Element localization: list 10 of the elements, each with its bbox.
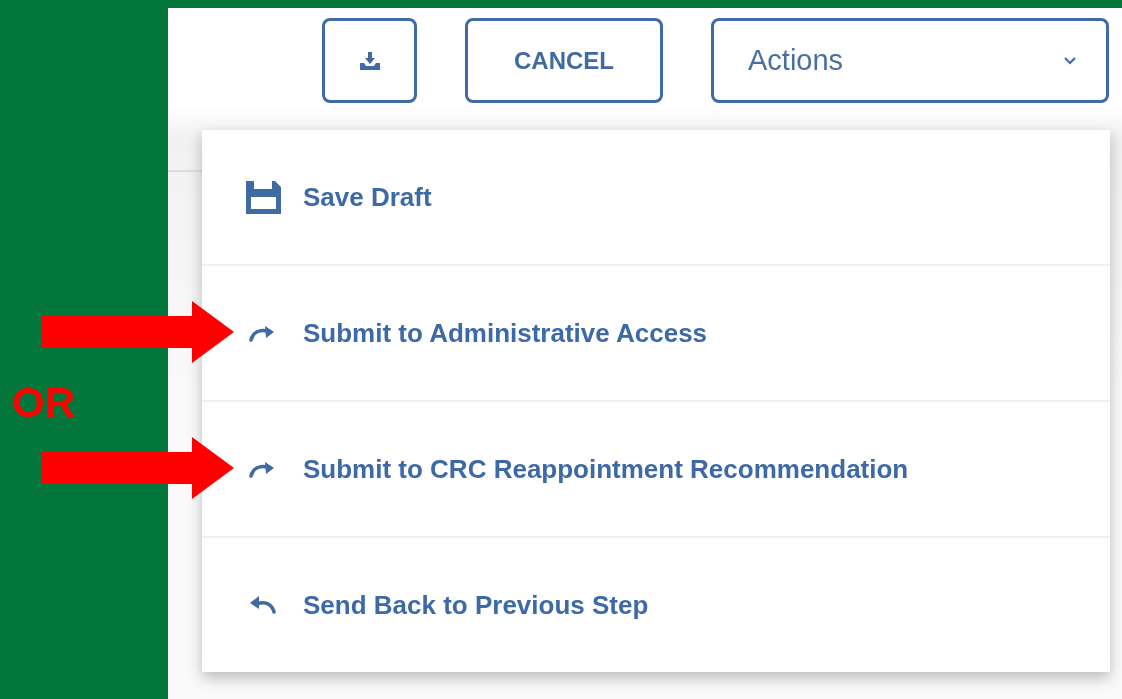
menu-item[interactable]: Send Back to Previous Step — [202, 536, 1110, 672]
cancel-button[interactable]: CANCEL — [465, 18, 663, 103]
menu-item[interactable]: Save Draft — [202, 130, 1110, 264]
download-icon — [359, 51, 380, 70]
save-icon — [245, 180, 281, 214]
chevron-down-icon — [1064, 56, 1076, 65]
download-button[interactable] — [322, 18, 417, 103]
annotation-label: OR — [12, 382, 75, 424]
undo-arrow-icon — [250, 595, 276, 615]
actions-dropdown[interactable]: Actions — [711, 18, 1109, 103]
